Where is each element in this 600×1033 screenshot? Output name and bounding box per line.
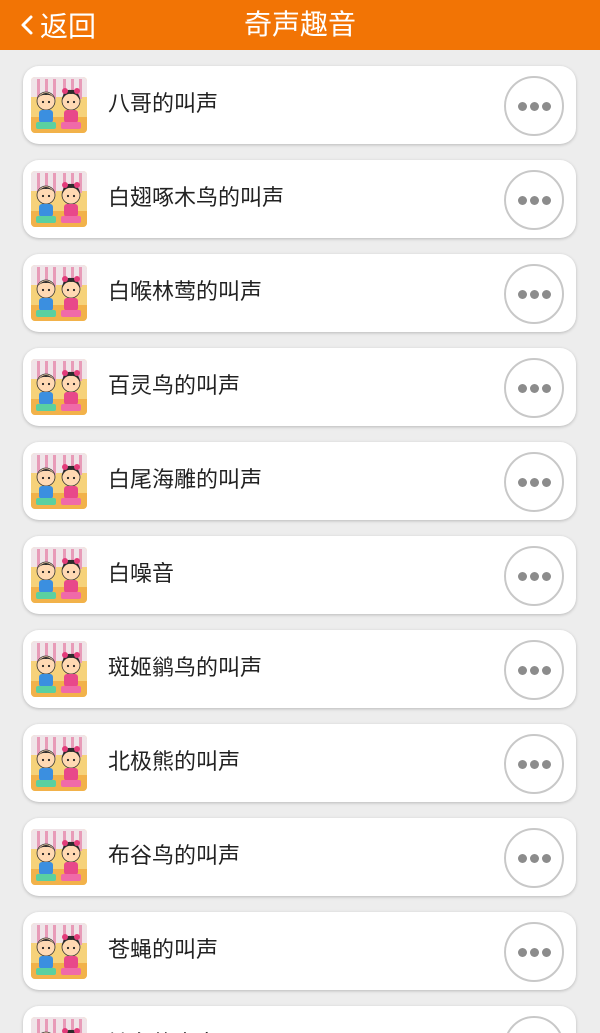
more-dots-icon (529, 759, 539, 769)
more-dots-icon (517, 665, 527, 675)
more-dots-icon (517, 101, 527, 111)
sound-name: 白噪音 (108, 562, 175, 587)
more-dots-icon (529, 947, 539, 957)
more-dots-icon (529, 665, 539, 675)
more-dots-icon (541, 289, 551, 299)
more-options-button[interactable] (504, 734, 564, 794)
more-dots-icon (517, 477, 527, 487)
kids-cartoon-icon (31, 1017, 87, 1033)
more-dots-icon (529, 101, 539, 111)
more-dots-icon (541, 571, 551, 581)
kids-cartoon-icon (31, 641, 87, 697)
more-dots-icon (541, 759, 551, 769)
back-label: 返回 (40, 10, 97, 43)
more-options-button[interactable] (504, 828, 564, 888)
sound-list-item[interactable]: 北极熊的叫声 (23, 724, 576, 802)
more-options-button[interactable] (504, 76, 564, 136)
more-dots-icon (541, 665, 551, 675)
more-dots-icon (517, 195, 527, 205)
sound-list-item[interactable]: 斑姬鹟鸟的叫声 (23, 630, 576, 708)
kids-cartoon-icon (31, 265, 87, 321)
more-dots-icon (541, 947, 551, 957)
chevron-left-icon (21, 15, 33, 35)
more-options-button[interactable] (504, 922, 564, 982)
sound-name: 布谷鸟的叫声 (108, 844, 241, 869)
more-options-button[interactable] (504, 640, 564, 700)
app-header: 返回 奇声趣音 (0, 0, 600, 50)
sound-list-item[interactable]: 八哥的叫声 (23, 66, 576, 144)
kids-cartoon-icon (31, 735, 87, 791)
more-dots-icon (529, 477, 539, 487)
sound-name: 八哥的叫声 (108, 92, 219, 117)
more-dots-icon (541, 383, 551, 393)
sound-name: 斑姬鹟鸟的叫声 (108, 656, 263, 681)
sound-name: 白尾海雕的叫声 (108, 468, 263, 493)
more-dots-icon (529, 853, 539, 863)
more-dots-icon (529, 571, 539, 581)
more-dots-icon (541, 853, 551, 863)
sound-list-item[interactable]: 铲车的声音 (23, 1006, 576, 1033)
sound-list-item[interactable]: 苍蝇的叫声 (23, 912, 576, 990)
more-dots-icon (529, 195, 539, 205)
more-dots-icon (517, 383, 527, 393)
more-dots-icon (517, 759, 527, 769)
sound-name: 北极熊的叫声 (108, 750, 241, 775)
more-dots-icon (517, 289, 527, 299)
kids-cartoon-icon (31, 77, 87, 133)
sound-name: 白喉林莺的叫声 (108, 280, 263, 305)
sound-list-item[interactable]: 白噪音 (23, 536, 576, 614)
sound-name: 白翅啄木鸟的叫声 (108, 186, 285, 211)
sound-list-item[interactable]: 白翅啄木鸟的叫声 (23, 160, 576, 238)
more-options-button[interactable] (504, 170, 564, 230)
more-options-button[interactable] (504, 358, 564, 418)
kids-cartoon-icon (31, 547, 87, 603)
kids-cartoon-icon (31, 923, 87, 979)
more-dots-icon (517, 853, 527, 863)
kids-cartoon-icon (31, 359, 87, 415)
more-options-button[interactable] (504, 1016, 564, 1033)
more-dots-icon (529, 289, 539, 299)
more-dots-icon (541, 195, 551, 205)
more-dots-icon (529, 383, 539, 393)
more-dots-icon (517, 947, 527, 957)
more-dots-icon (517, 571, 527, 581)
kids-cartoon-icon (31, 829, 87, 885)
sound-name: 铲车的声音 (108, 1006, 218, 1033)
back-button[interactable]: 返回 (18, 0, 96, 50)
sound-list[interactable]: 八哥的叫声 白翅啄木鸟的叫声 白喉林莺的叫声 百灵鸟的叫声 白尾海雕的叫声 白噪… (0, 50, 600, 1033)
sound-name: 苍蝇的叫声 (108, 938, 219, 963)
sound-list-item[interactable]: 百灵鸟的叫声 (23, 348, 576, 426)
sound-name: 百灵鸟的叫声 (108, 374, 241, 399)
more-options-button[interactable] (504, 546, 564, 606)
more-options-button[interactable] (504, 264, 564, 324)
sound-list-item[interactable]: 白喉林莺的叫声 (23, 254, 576, 332)
more-dots-icon (541, 101, 551, 111)
kids-cartoon-icon (31, 453, 87, 509)
kids-cartoon-icon (31, 171, 87, 227)
more-options-button[interactable] (504, 452, 564, 512)
sound-list-item[interactable]: 白尾海雕的叫声 (23, 442, 576, 520)
more-dots-icon (541, 477, 551, 487)
sound-list-item[interactable]: 布谷鸟的叫声 (23, 818, 576, 896)
